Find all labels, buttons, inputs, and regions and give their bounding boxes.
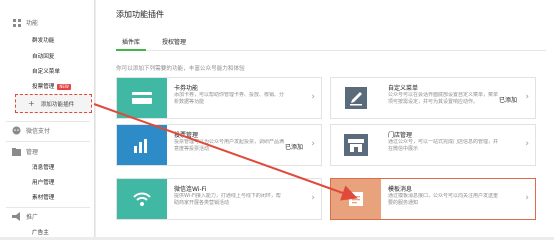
sidebar-item-label: 投票管理 [32,84,55,90]
sidebar-item-messages[interactable]: 消息管理 [32,163,54,171]
promote-icon [12,212,21,221]
card-description: 投票管理可以为公众号用户发起投票，调研产品满意度等投票活动 [174,139,284,152]
wifi-icon [117,179,167,219]
bar-chart-icon [117,125,167,165]
card-title: 投票管理 [174,132,199,139]
tab-authorization[interactable]: 授权管理 [162,37,186,51]
card-title: 模板消息 [388,186,413,193]
sidebar-item-auto-reply[interactable]: 自动回复 [32,52,54,60]
card-title: 微信连Wi-Fi [174,186,207,193]
card-description: 添加卡券，可以帮助你管理卡券、投放、核销、分析数据等功能 [174,92,284,105]
plugin-card-vote[interactable]: 投票管理 投票管理可以为公众号用户发起投票，调研产品满意度等投票活动 已添加 › [116,124,322,166]
sidebar-divider [6,121,90,122]
plugin-card-coupon[interactable]: 卡券功能 添加卡券，可以帮助你管理卡券、投放、核销、分析数据等功能 › [116,77,322,119]
chevron-right-icon: › [525,193,529,203]
tab-bar: 插件库 授权管理 [116,37,546,51]
main-panel: 添加功能插件 插件库 授权管理 你可以添加下列需要的功能，丰富公众号能力和体验 … [96,0,554,237]
sidebar-item-users[interactable]: 用户管理 [32,178,54,186]
chevron-right-icon: › [311,139,315,149]
page-title: 添加功能插件 [116,10,164,19]
card-status: 已添加 [284,144,303,151]
card-coupon-icon [117,78,167,118]
tab-plugin-library[interactable]: 插件库 [116,37,146,51]
sidebar-section-label: 推广 [26,214,39,221]
store-icon [331,125,381,165]
sidebar-item-materials[interactable]: 素材管理 [32,193,54,201]
plugin-card-wifi[interactable]: 微信连Wi-Fi 提供Wi-Fi接入能力，打通线上与线下的闭环，帮助商家开展各类… [116,178,322,220]
plus-icon: + [28,99,35,108]
new-badge: NEW [57,83,71,90]
card-status: 已添加 [498,97,517,104]
sidebar-item-mass-send[interactable]: 群发功能 [32,36,54,44]
card-title: 自定义菜单 [388,85,419,92]
folder-icon [12,147,21,156]
grid-icon [12,18,21,27]
sidebar-divider [6,141,90,142]
chevron-right-icon: › [525,92,529,102]
plugin-card-custom-menu[interactable]: 自定义菜单 公众号可以在会话界面底部设置自定义菜单，菜单项可按需设定，并可为其设… [330,77,536,119]
sidebar-section-label: 微信支付 [26,128,51,135]
intro-text: 你可以添加下列需要的功能，丰富公众号能力和体验 [116,66,245,72]
sidebar-section-label: 功能 [26,20,39,27]
chevron-right-icon: › [311,193,315,203]
add-plugin-label: 添加功能插件 [40,101,75,108]
sidebar-section-promote: 推广 [12,212,38,221]
chevron-right-icon: › [525,139,529,149]
template-doc-icon [331,179,381,219]
card-description: 通过模板消息接口，公众号可以向关注用户发送重要的服务通知 [388,193,498,206]
sidebar-item-vote[interactable]: 投票管理 NEW [32,82,71,90]
card-description: 通过公众号，可以一站式完成门店信息的管理，并在微信中展示 [388,139,498,152]
sidebar-item-advertiser[interactable]: 广告主 [32,228,49,236]
sidebar-section-wechat-pay[interactable]: 微信支付 [12,126,50,135]
sidebar-section-function: 功能 [12,18,38,27]
sidebar-item-custom-menu[interactable]: 自定义菜单 [32,67,60,75]
sidebar-divider [6,207,90,208]
card-title: 卡券功能 [174,85,199,92]
add-plugin-link[interactable]: + 添加功能插件 [15,94,92,113]
card-title: 门店管理 [388,132,413,139]
plugin-card-store[interactable]: 门店管理 通过公众号，可以一站式完成门店信息的管理，并在微信中展示 › [330,124,536,166]
card-description: 公众号可以在会话界面底部设置自定义菜单，菜单项可按需设定，并可为其设置响应动作。 [388,92,498,105]
card-description: 提供Wi-Fi接入能力，打通线上与线下的闭环，帮助商家开展各类营销活动 [174,193,281,206]
sidebar-section-manage: 管理 [12,147,38,156]
wechat-pay-icon [12,126,21,135]
plugin-card-template-message[interactable]: 模板消息 通过模板消息接口，公众号可以向关注用户发送重要的服务通知 › [330,178,536,220]
sidebar: 功能 群发功能 自动回复 自定义菜单 投票管理 NEW + 添加功能插件 微信支付… [0,0,95,237]
sidebar-section-label: 管理 [26,149,39,156]
chevron-right-icon: › [311,92,315,102]
edit-pen-icon [331,78,381,118]
